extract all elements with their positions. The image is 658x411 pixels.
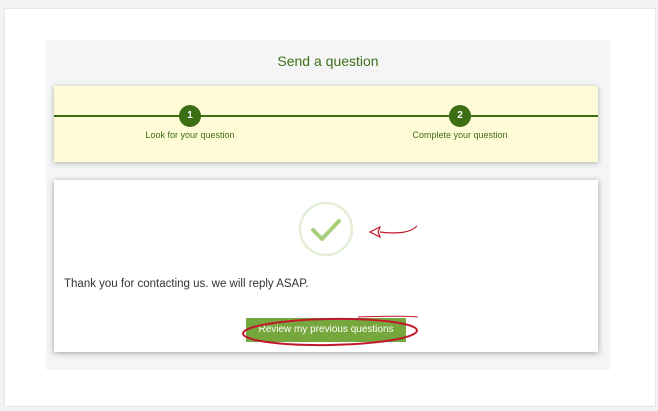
review-previous-questions-button[interactable]: Review my previous questions bbox=[246, 318, 406, 342]
step-2-badge: 2 bbox=[449, 105, 471, 127]
step-1-label: Look for your question bbox=[145, 130, 235, 140]
confirmation-message: Thank you for contacting us. we will rep… bbox=[64, 278, 309, 290]
step-1-badge: 1 bbox=[179, 105, 201, 127]
page-title: Send a question bbox=[277, 53, 379, 69]
send-question-panel: Send a question 1 Look for your question… bbox=[46, 40, 610, 370]
check-icon bbox=[298, 201, 354, 257]
footer-strip bbox=[4, 386, 656, 407]
confirmation-card: Thank you for contacting us. we will rep… bbox=[54, 180, 598, 352]
step-2-label: Complete your question bbox=[412, 130, 508, 140]
stepper-line bbox=[54, 115, 598, 117]
progress-stepper: 1 Look for your question 2 Complete your… bbox=[54, 86, 598, 162]
annotation-arrow-icon bbox=[368, 225, 418, 239]
